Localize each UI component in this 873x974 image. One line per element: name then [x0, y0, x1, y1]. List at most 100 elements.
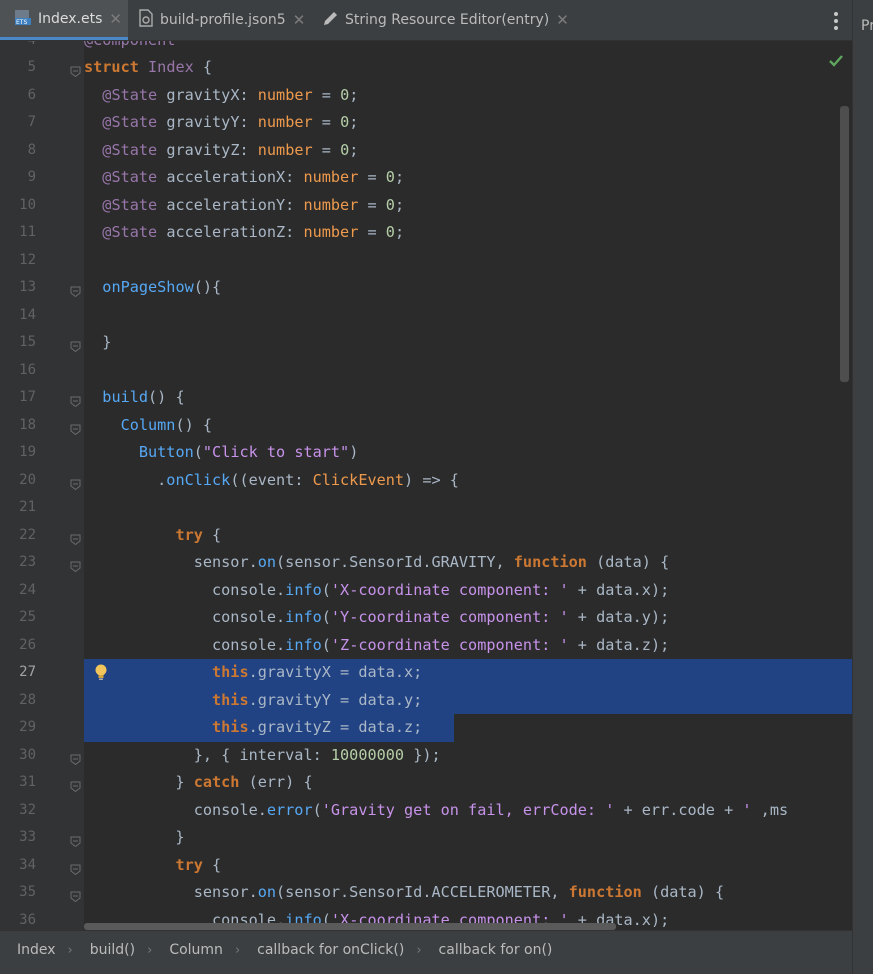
breadcrumb: Index › build() › Column › callback for … [0, 930, 852, 969]
side-panel-strip[interactable]: Pr [852, 0, 873, 974]
code-line[interactable]: 11 @State accelerationZ: number = 0; [0, 219, 852, 247]
code-line[interactable]: 33 } [0, 824, 852, 852]
line-number: 22 [19, 526, 36, 543]
code-text: } [84, 333, 112, 351]
vertical-scrollbar[interactable] [840, 106, 849, 382]
line-number: 23 [19, 554, 36, 570]
code-line[interactable]: 5 struct Index { [0, 54, 852, 82]
code-line[interactable]: 23 sensor.on(sensor.SensorId.GRAVITY, fu… [0, 549, 852, 577]
code-line[interactable]: 34 try { [0, 852, 852, 880]
line-number: 30 [19, 746, 36, 763]
code-line[interactable]: 17 build() { [0, 384, 852, 412]
fold-marker-icon[interactable] [70, 887, 81, 903]
code-line[interactable]: 21 [0, 494, 852, 522]
side-panel-label: Pr [861, 18, 873, 34]
line-number: 11 [19, 224, 36, 240]
code-line[interactable]: 14 [0, 302, 852, 330]
tab-build-profile[interactable]: build-profile.json5 ✕ [138, 0, 305, 40]
fold-marker-icon[interactable] [70, 557, 81, 573]
code-line[interactable]: 8 @State gravityZ: number = 0; [0, 137, 852, 165]
code-line[interactable]: 26 console.info('Z-coordinate component:… [0, 632, 852, 660]
close-icon[interactable]: ✕ [556, 11, 569, 29]
fold-marker-icon[interactable] [70, 420, 81, 435]
code-line[interactable]: 18 Column() { [0, 412, 852, 440]
code-text: console.info('Y-coordinate component: ' … [84, 608, 670, 626]
code-line[interactable]: 19 Button("Click to start") [0, 439, 852, 467]
fold-marker-icon[interactable] [70, 282, 81, 298]
inspection-ok-icon[interactable] [828, 53, 844, 72]
tab-string-resource-editor[interactable]: String Resource Editor(entry) ✕ [322, 0, 569, 40]
code-text: sensor.on(sensor.SensorId.GRAVITY, funct… [84, 553, 670, 571]
fold-marker-icon[interactable] [70, 530, 81, 545]
code-line[interactable]: 7 @State gravityY: number = 0; [0, 109, 852, 137]
close-icon[interactable]: ✕ [293, 11, 306, 29]
code-text: Button("Click to start") [138, 443, 359, 461]
code-line[interactable]: 15 } [0, 329, 852, 357]
code-line[interactable]: 24 console.info('X-coordinate component:… [0, 577, 852, 605]
tab-label: String Resource Editor(entry) [345, 12, 550, 28]
line-number: 18 [19, 416, 36, 433]
breadcrumb-item[interactable]: callback for on() [439, 942, 553, 958]
line-number: 29 [19, 719, 36, 735]
code-text: console.error('Gravity get on fail, errC… [84, 800, 789, 819]
code-line[interactable]: 29 this.gravityZ = data.z; [0, 714, 852, 742]
code-line[interactable]: 12 [0, 247, 852, 275]
line-number: 36 [19, 911, 36, 928]
code-line[interactable]: 25 console.info('Y-coordinate component:… [0, 604, 852, 632]
breadcrumb-item[interactable]: Column [169, 942, 223, 958]
line-number: 16 [19, 361, 36, 378]
fold-marker-icon[interactable] [70, 62, 81, 78]
close-icon[interactable]: ✕ [109, 10, 122, 28]
fold-marker-icon[interactable] [70, 860, 81, 875]
line-number: 25 [19, 609, 36, 625]
code-line[interactable]: 31 } catch (err) { [0, 769, 852, 797]
line-number: 20 [19, 471, 36, 488]
code-line[interactable]: 27 this.gravityX = data.x; [0, 659, 852, 687]
fold-marker-icon[interactable] [70, 392, 81, 408]
tab-label: build-profile.json5 [160, 12, 286, 28]
code-text: this.gravityX = data.x; [212, 663, 423, 681]
line-number: 33 [19, 829, 36, 845]
code-text: @State accelerationZ: number = 0; [102, 223, 405, 241]
breadcrumb-item[interactable]: Index [17, 942, 56, 958]
lightbulb-icon[interactable] [94, 663, 108, 685]
code-text: @State accelerationX: number = 0; [102, 168, 405, 186]
fold-marker-icon[interactable] [70, 337, 81, 353]
code-line[interactable]: 20 .onClick((event: ClickEvent) => { [0, 467, 852, 495]
code-line[interactable]: 9 @State accelerationX: number = 0; [0, 164, 852, 192]
fold-marker-icon[interactable] [70, 777, 81, 793]
code-text: @State gravityZ: number = 0; [102, 140, 359, 159]
code-line[interactable]: 22 try { [0, 522, 852, 550]
horizontal-scrollbar[interactable] [84, 923, 616, 930]
fold-marker-icon[interactable] [70, 832, 81, 848]
code-text: console.info('Z-coordinate component: ' … [84, 635, 670, 654]
code-text: onPageShow(){ [102, 278, 222, 296]
fold-marker-icon[interactable] [70, 475, 81, 490]
line-number: 13 [19, 279, 36, 295]
code-line[interactable]: 16 [0, 357, 852, 385]
breadcrumb-item[interactable]: build() [90, 942, 135, 958]
line-number: 32 [19, 801, 36, 818]
code-line[interactable]: 6 @State gravityX: number = 0; [0, 82, 852, 110]
code-line[interactable]: 28 this.gravityY = data.y; [0, 687, 852, 715]
code-text: sensor.on(sensor.SensorId.ACCELEROMETER,… [84, 883, 725, 901]
code-text: .onClick((event: ClickEvent) => { [84, 470, 459, 489]
line-number: 35 [19, 884, 36, 900]
code-line[interactable]: 30 }, { interval: 10000000 }); [0, 742, 852, 770]
code-line[interactable]: 10 @State accelerationY: number = 0; [0, 192, 852, 220]
tab-label: Index.ets [38, 10, 103, 27]
line-number: 15 [19, 334, 36, 350]
code-line[interactable]: 35 sensor.on(sensor.SensorId.ACCELEROMET… [0, 879, 852, 907]
code-editor[interactable]: 4 @Component 5 struct Index {6 @State gravi… [0, 41, 852, 930]
line-number: 21 [19, 499, 36, 515]
more-options-icon[interactable] [832, 12, 840, 30]
status-strip [0, 968, 852, 974]
line-number: 7 [27, 114, 36, 130]
breadcrumb-item[interactable]: callback for onClick() [257, 942, 404, 958]
code-line[interactable]: 13 onPageShow(){ [0, 274, 852, 302]
code-line[interactable]: 32 console.error('Gravity get on fail, e… [0, 797, 852, 825]
fold-marker-icon[interactable] [70, 750, 81, 765]
tab-index-ets[interactable]: ETS Index.ets ✕ [0, 0, 128, 40]
code-text: this.gravityY = data.y; [212, 690, 423, 709]
code-line[interactable]: 4 @Component [0, 41, 852, 54]
